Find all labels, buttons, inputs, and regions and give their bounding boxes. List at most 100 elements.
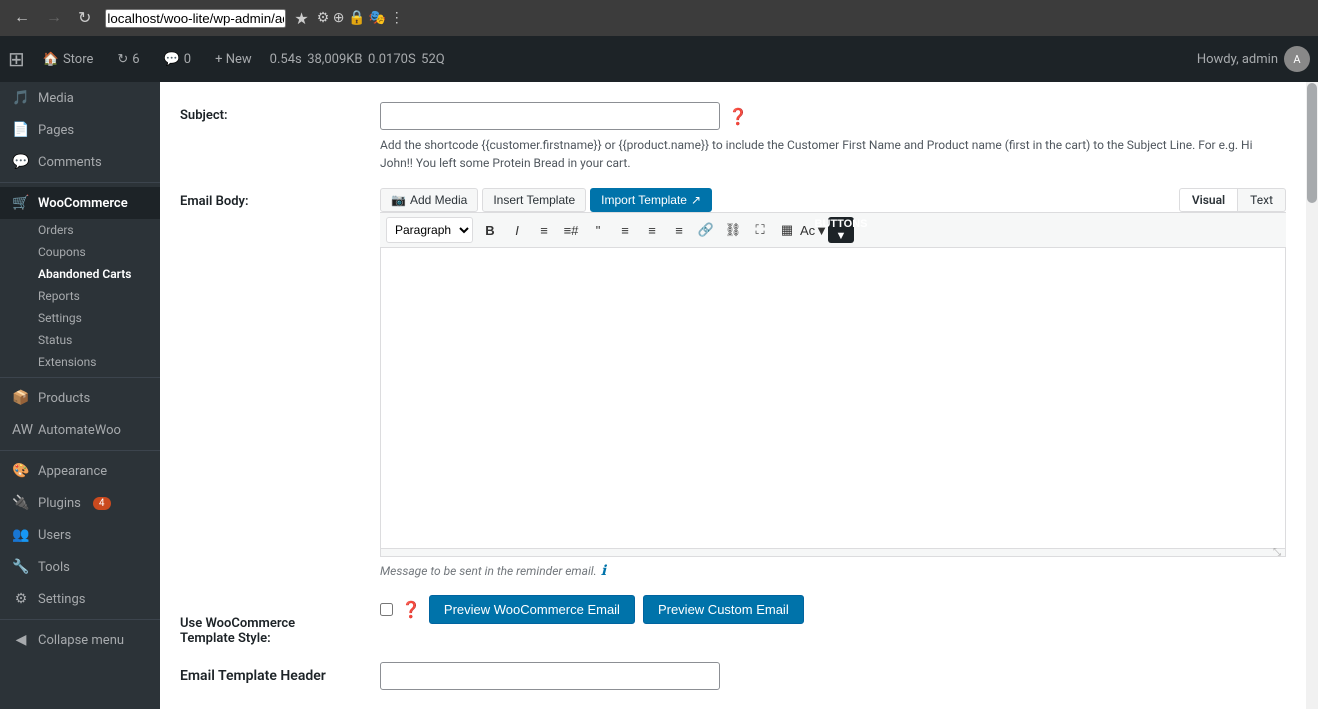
editor-format-bar: Paragraph B I ≡ ≡# " ≡ ≡ ≡ 🔗 ⛓ [380,212,1286,248]
woo-template-checkbox[interactable] [380,603,393,616]
new-item[interactable]: + New [209,36,258,82]
table-button[interactable]: ▦ [774,217,800,243]
forward-button[interactable]: → [40,6,68,30]
align-right-button[interactable]: ≡ [666,217,692,243]
preview-woocommerce-email-button[interactable]: Preview WooCommerce Email [429,595,635,624]
import-template-button[interactable]: Import Template ↗ [590,188,712,212]
sidebar-item-woocommerce[interactable]: 🛒 WooCommerce [0,187,160,219]
link-button[interactable]: 🔗 [693,217,719,243]
updates-count: 6 [132,52,139,67]
woo-template-help-icon[interactable]: ❓ [401,600,421,619]
extensions-icon: ⚙ ⊕ 🔒 🎭 ⋮ [317,10,404,26]
sidebar-item-settings-label: Settings [38,592,85,607]
editor-wrapper: ⤡ [380,248,1286,557]
editor-resize-handle[interactable]: ⤡ [381,548,1285,556]
appearance-icon: 🎨 [12,463,30,479]
comments-item[interactable]: 💬 0 [158,36,198,82]
sidebar-item-collapse[interactable]: ◀ Collapse menu [0,624,160,656]
sidebar-sub-orders[interactable]: Orders [0,219,160,241]
woo-template-label: Use WooCommerce Template Style: [180,595,380,646]
wp-logo-icon[interactable]: ⊞ [8,47,25,71]
insert-template-button[interactable]: Insert Template [482,188,586,212]
cursor-indicator: ↗ [691,193,701,207]
sidebar-item-automatewoo[interactable]: AW AutomateWoo [0,414,160,446]
sidebar-item-comments[interactable]: 💬 Comments [0,146,160,178]
sidebar-item-comments-label: Comments [38,155,102,170]
settings-icon: ⚙ [12,591,30,607]
sidebar-sub-extensions[interactable]: Extensions [0,351,160,373]
sidebar-item-tools-label: Tools [38,560,70,575]
sidebar-item-woocommerce-label: WooCommerce [38,196,128,211]
bold-button[interactable]: B [477,217,503,243]
sidebar-item-media-label: Media [38,91,74,106]
email-template-header-input[interactable] [380,662,720,690]
fullscreen-button[interactable]: ⛶ [747,217,773,243]
url-bar[interactable] [105,9,286,28]
info-icon: ℹ [601,563,606,579]
subject-input[interactable] [380,102,720,130]
sidebar-item-automatewoo-label: AutomateWoo [38,423,121,438]
sidebar-item-plugins[interactable]: 🔌 Plugins 4 [0,487,160,519]
browser-navigation[interactable]: ← → ↻ [8,6,97,30]
admin-bar: ⊞ 🏠 Store ↻ 6 💬 0 + New 0.54s 38,009KB 0… [0,36,1318,82]
refresh-button[interactable]: ↻ [72,6,97,30]
updates-icon: ↻ [117,52,128,67]
align-left-button[interactable]: ≡ [612,217,638,243]
blockquote-button[interactable]: " [585,217,611,243]
align-center-button[interactable]: ≡ [639,217,665,243]
tab-text[interactable]: Text [1238,188,1286,212]
sidebar-item-products[interactable]: 📦 Products [0,382,160,414]
browser-bar: ← → ↻ ★ ⚙ ⊕ 🔒 🎭 ⋮ [0,0,1318,36]
back-button[interactable]: ← [8,6,36,30]
main-content: Subject: ❓ Add the shortcode {{customer.… [160,82,1306,709]
paragraph-select[interactable]: Paragraph [386,217,473,243]
comments-icon: 💬 [164,52,180,67]
email-body-row: Email Body: 📷 Add Media Insert Template … [180,188,1286,579]
site-name-item[interactable]: 🏠 Store [37,36,100,82]
products-icon: 📦 [12,390,30,406]
sidebar-sub-settings[interactable]: Settings [0,307,160,329]
add-media-button[interactable]: 📷 Add Media [380,188,478,212]
perf-stats: 0.54s 38,009KB 0.0170S 52Q [270,52,445,67]
sidebar-sub-status[interactable]: Status [0,329,160,351]
sidebar-sub-coupons[interactable]: Coupons [0,241,160,263]
sidebar-sub-reports[interactable]: Reports [0,285,160,307]
unordered-list-button[interactable]: ≡ [531,217,557,243]
sidebar-item-media[interactable]: 🎵 Media [0,82,160,114]
sidebar-divider-1 [0,182,160,183]
plugins-icon: 🔌 [12,495,30,511]
ordered-list-button[interactable]: ≡# [558,217,584,243]
subject-hint: Add the shortcode {{customer.firstname}}… [380,136,1286,172]
tab-visual[interactable]: Visual [1179,188,1238,212]
updates-item[interactable]: ↻ 6 [111,36,145,82]
subject-help-icon[interactable]: ❓ [728,107,748,126]
sidebar-item-users[interactable]: 👥 Users [0,519,160,551]
home-icon: 🏠 [43,52,59,67]
woo-template-row: Use WooCommerce Template Style: ❓ Previe… [180,595,1286,646]
howdy-section[interactable]: Howdy, admin A [1197,46,1310,72]
sidebar-item-pages[interactable]: 📄 Pages [0,114,160,146]
editor-body[interactable] [381,248,1285,548]
scrollbar-track[interactable] [1306,82,1318,709]
tools-icon: 🔧 [12,559,30,575]
users-icon: 👥 [12,527,30,543]
format-btn-group-bold: B I ≡ ≡# " ≡ ≡ ≡ 🔗 ⛓ ⛶ ▦ Ac▼ [477,217,854,243]
sidebar-item-tools[interactable]: 🔧 Tools [0,551,160,583]
collapse-icon: ◀ [12,632,30,648]
email-body-label: Email Body: [180,188,380,209]
bookmark-icon[interactable]: ★ [294,9,308,28]
scrollbar-thumb[interactable] [1307,83,1317,203]
subject-content: ❓ Add the shortcode {{customer.firstname… [380,102,1286,172]
sidebar-item-appearance[interactable]: 🎨 Appearance [0,455,160,487]
unlink-button[interactable]: ⛓ [720,217,746,243]
sidebar-item-settings[interactable]: ⚙ Settings [0,583,160,615]
buttons-button[interactable]: BUTTONS ▼ [828,217,854,243]
sidebar-sub-abandoned-carts[interactable]: Abandoned Carts [0,263,160,285]
comments-count: 0 [184,52,191,67]
preview-custom-email-button[interactable]: Preview Custom Email [643,595,804,624]
site-name: Store [63,52,93,67]
visual-text-tabs: Visual Text [1179,188,1286,212]
plugins-badge: 4 [93,497,111,510]
subject-label: Subject: [180,102,380,123]
italic-button[interactable]: I [504,217,530,243]
